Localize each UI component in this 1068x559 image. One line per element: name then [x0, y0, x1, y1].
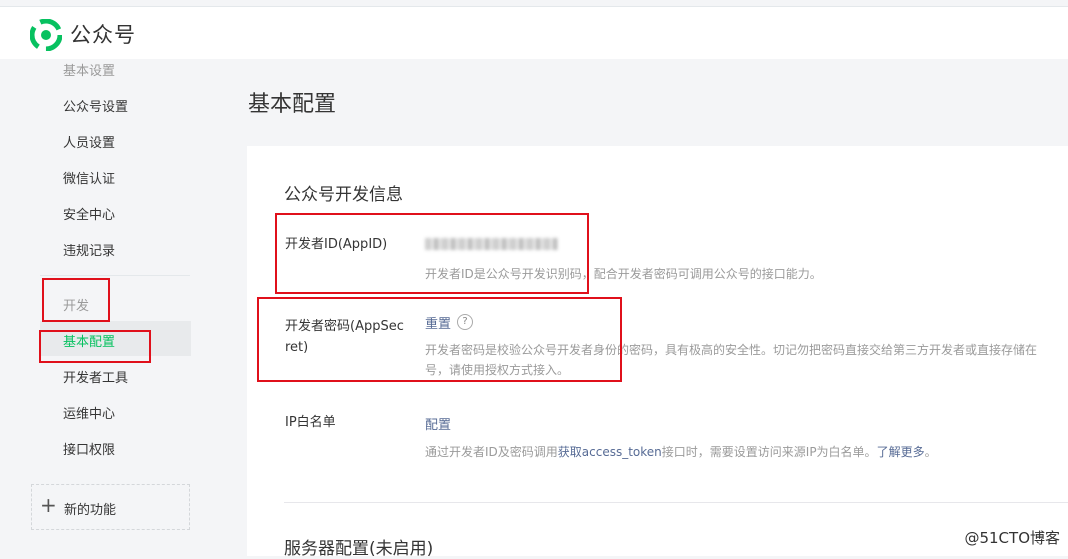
add-new-feature-button[interactable]: + 新的功能: [31, 484, 190, 530]
plus-icon: +: [40, 493, 57, 517]
new-feature-label: 新的功能: [64, 503, 117, 518]
annotation-box-appid: [275, 213, 589, 294]
ip-whitelist-description: 通过开发者ID及密码调用获取access_token接口时，需要设置访问来源IP…: [425, 441, 937, 463]
annotation-box-dev-group: [42, 278, 110, 322]
page-title: 基本配置: [248, 92, 337, 117]
sidebar-item-dev-tools[interactable]: 开发者工具: [63, 367, 128, 386]
wechat-mp-logo-icon[interactable]: [30, 19, 62, 51]
sidebar-item-violation-records[interactable]: 违规记录: [63, 240, 115, 259]
sidebar-item-ops-center[interactable]: 运维中心: [63, 403, 115, 422]
access-token-link[interactable]: 获取access_token: [558, 445, 662, 459]
annotation-box-basic-config: [39, 330, 151, 363]
section-title-server-config: 服务器配置(未启用): [284, 539, 434, 559]
ip-desc-prefix: 通过开发者ID及密码调用: [425, 445, 558, 459]
sidebar-group-basic: 基本设置: [63, 64, 116, 79]
sidebar-item-api-permissions[interactable]: 接口权限: [63, 439, 115, 458]
section-title-dev-info: 公众号开发信息: [284, 185, 403, 205]
watermark: @51CTO博客: [964, 529, 1060, 547]
sidebar-item-security-center[interactable]: 安全中心: [63, 204, 115, 223]
sidebar-item-account-settings[interactable]: 公众号设置: [63, 96, 128, 115]
top-header: 公众号: [0, 6, 1068, 59]
section-divider: [284, 502, 1068, 503]
sidebar-divider: [40, 275, 190, 276]
learn-more-link[interactable]: 了解更多: [877, 445, 925, 459]
ip-whitelist-label: IP白名单: [285, 415, 336, 430]
brand-title[interactable]: 公众号: [70, 19, 136, 49]
sidebar-item-wechat-verify[interactable]: 微信认证: [63, 168, 115, 187]
ip-desc-middle: 接口时，需要设置访问来源IP为白名单。: [661, 445, 877, 459]
configure-ip-whitelist-link[interactable]: 配置: [425, 414, 451, 433]
sidebar-item-staff-settings[interactable]: 人员设置: [63, 132, 115, 151]
ip-desc-suffix: 。: [924, 445, 937, 459]
annotation-box-appsecret: [257, 297, 622, 382]
